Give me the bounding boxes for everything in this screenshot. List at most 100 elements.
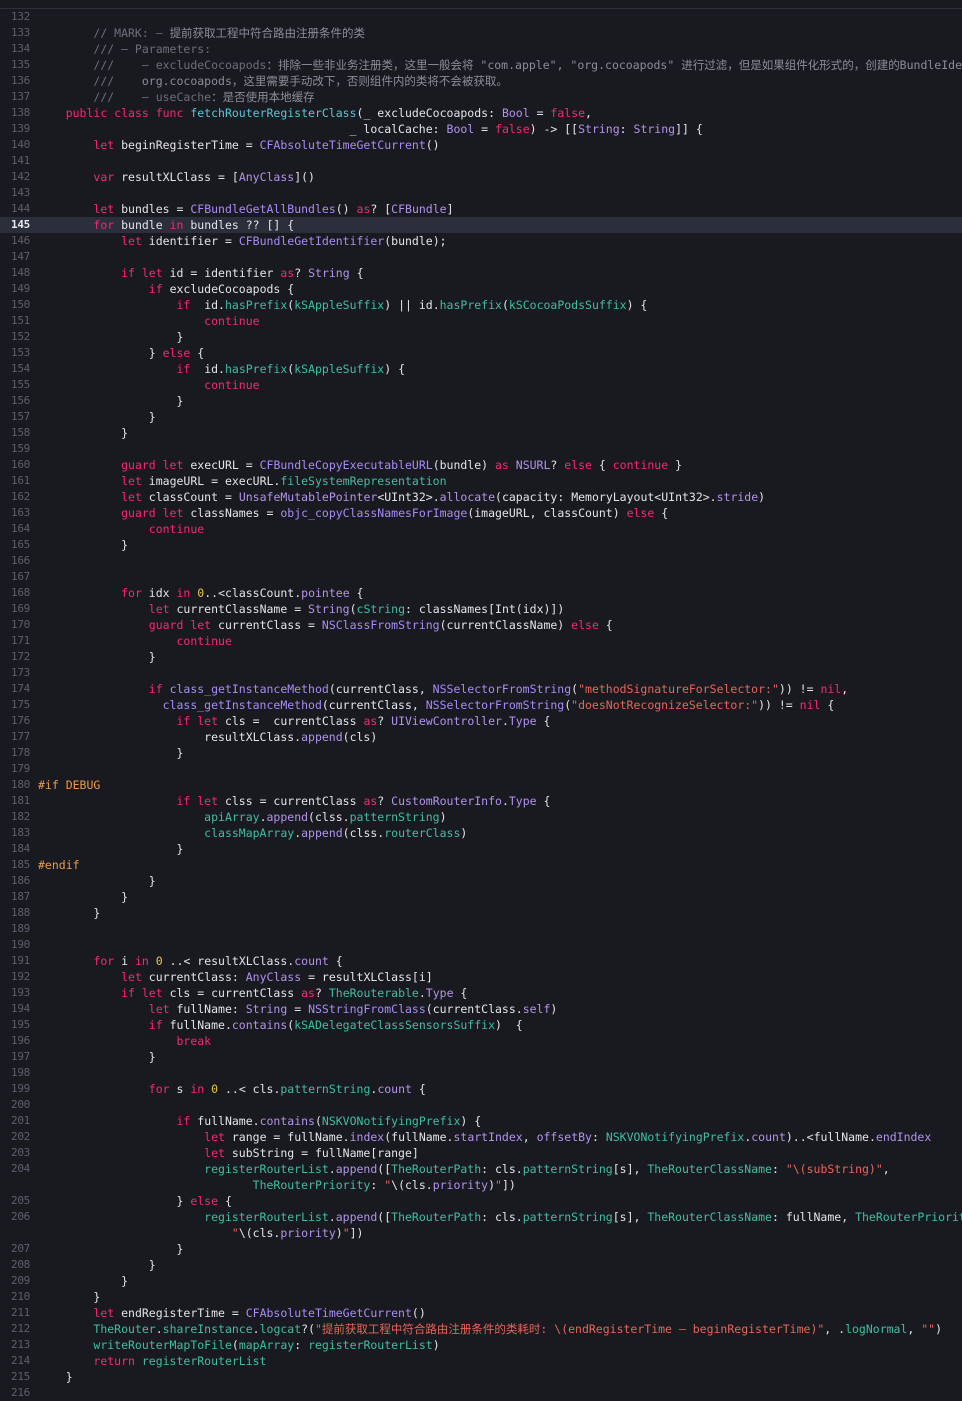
code-line[interactable]: 164 continue: [0, 521, 962, 537]
code-line[interactable]: 198: [0, 1065, 962, 1081]
code-line[interactable]: 143: [0, 185, 962, 201]
code-line[interactable]: 182 apiArray.append(clss.patternString): [0, 809, 962, 825]
code-token: kSCocoaPodsSuffix: [508, 298, 627, 312]
code-line[interactable]: 134 /// – Parameters:: [0, 41, 962, 57]
code-line[interactable]: 177 resultXLClass.append(cls): [0, 729, 962, 745]
code-line-text: continue: [38, 313, 259, 329]
code-line[interactable]: 132: [0, 9, 962, 25]
code-line[interactable]: 181 if let clss = currentClass as? Custo…: [0, 793, 962, 809]
code-line[interactable]: 159: [0, 441, 962, 457]
code-line[interactable]: 210 }: [0, 1289, 962, 1305]
code-line[interactable]: 204 registerRouterList.append([TheRouter…: [0, 1161, 962, 1177]
code-line[interactable]: 136 /// org.cocoapods，这里需要手动改下，否则组件内的类将不…: [0, 73, 962, 89]
code-line[interactable]: "\(cls.priority)"]): [0, 1225, 962, 1241]
code-line[interactable]: 195 if fullName.contains(kSADelegateClas…: [0, 1017, 962, 1033]
code-line[interactable]: 214 return registerRouterList: [0, 1353, 962, 1369]
code-line[interactable]: 184 }: [0, 841, 962, 857]
code-line[interactable]: 169 let currentClassName = String(cStrin…: [0, 601, 962, 617]
code-line[interactable]: 207 }: [0, 1241, 962, 1257]
code-line[interactable]: 152 }: [0, 329, 962, 345]
code-line[interactable]: 166: [0, 553, 962, 569]
code-token: id.: [197, 362, 225, 376]
code-line[interactable]: 206 registerRouterList.append([TheRouter…: [0, 1209, 962, 1225]
code-line[interactable]: 149 if excludeCocoapods {: [0, 281, 962, 297]
line-number: 212: [11, 1322, 30, 1335]
code-line[interactable]: 216: [0, 1385, 962, 1401]
code-line-text: if let cls = currentClass as? UIViewCont…: [38, 713, 550, 729]
code-line[interactable]: 147: [0, 249, 962, 265]
code-line[interactable]: 148 if let id = identifier as? String {: [0, 265, 962, 281]
code-line[interactable]: 176 if let cls = currentClass as? UIView…: [0, 713, 962, 729]
code-line[interactable]: 192 let currentClass: AnyClass = resultX…: [0, 969, 962, 985]
code-line[interactable]: 154 if id.hasPrefix(kSAppleSuffix) {: [0, 361, 962, 377]
code-line[interactable]: 146 let identifier = CFBundleGetIdentifi…: [0, 233, 962, 249]
code-line[interactable]: 197 }: [0, 1049, 962, 1065]
code-lines-container[interactable]: 132 133 // MARK: – 提前获取工程中符合路由注册条件的类 134 /…: [0, 9, 962, 1401]
code-line[interactable]: 185 #endif: [0, 857, 962, 873]
code-line[interactable]: 191 for i in 0 ..< resultXLClass.count {: [0, 953, 962, 969]
code-line[interactable]: TheRouterPriority: "\(cls.priority)"]): [0, 1177, 962, 1193]
code-line[interactable]: 179: [0, 761, 962, 777]
code-line[interactable]: 140 let beginRegisterTime = CFAbsoluteTi…: [0, 137, 962, 153]
code-line[interactable]: 157 }: [0, 409, 962, 425]
code-line[interactable]: 172 }: [0, 649, 962, 665]
code-line[interactable]: 173: [0, 665, 962, 681]
code-line[interactable]: 194 let fullName: String = NSStringFromC…: [0, 1001, 962, 1017]
code-line[interactable]: 187 }: [0, 889, 962, 905]
code-line[interactable]: 175 class_getInstanceMethod(currentClass…: [0, 697, 962, 713]
code-token: = [: [211, 170, 239, 184]
code-line[interactable]: 188 }: [0, 905, 962, 921]
code-line[interactable]: 151 continue: [0, 313, 962, 329]
code-line[interactable]: 208 }: [0, 1257, 962, 1273]
code-line[interactable]: 174 if class_getInstanceMethod(currentCl…: [0, 681, 962, 697]
code-line[interactable]: 170 guard let currentClass = NSClassFrom…: [0, 617, 962, 633]
code-line[interactable]: 212 TheRouter.shareInstance.logcat?("提前获…: [0, 1321, 962, 1337]
code-line[interactable]: 178 }: [0, 745, 962, 761]
code-line[interactable]: 165 }: [0, 537, 962, 553]
code-line[interactable]: 186 }: [0, 873, 962, 889]
code-line[interactable]: 162 let classCount = UnsafeMutablePointe…: [0, 489, 962, 505]
code-line[interactable]: 200: [0, 1097, 962, 1113]
code-line[interactable]: 150 if id.hasPrefix(kSAppleSuffix) || id…: [0, 297, 962, 313]
code-line[interactable]: 167: [0, 569, 962, 585]
code-line[interactable]: 209 }: [0, 1273, 962, 1289]
code-line[interactable]: 161 let imageURL = execURL.fileSystemRep…: [0, 473, 962, 489]
code-line[interactable]: 144 let bundles = CFBundleGetAllBundles(…: [0, 201, 962, 217]
code-line[interactable]: 155 continue: [0, 377, 962, 393]
code-line[interactable]: 137 /// – useCache：是否使用本地缓存: [0, 89, 962, 105]
code-line[interactable]: 205 } else {: [0, 1193, 962, 1209]
code-line[interactable]: 190: [0, 937, 962, 953]
code-line[interactable]: 213 writeRouterMapToFile(mapArray: regis…: [0, 1337, 962, 1353]
code-line[interactable]: 133 // MARK: – 提前获取工程中符合路由注册条件的类: [0, 25, 962, 41]
code-line[interactable]: 145 for bundle in bundles ?? [] {: [0, 217, 962, 233]
code-line[interactable]: 141: [0, 153, 962, 169]
code-line[interactable]: 196 break: [0, 1033, 962, 1049]
code-line[interactable]: 153 } else {: [0, 345, 962, 361]
code-line[interactable]: 201 if fullName.contains(NSKVONotifyingP…: [0, 1113, 962, 1129]
code-line[interactable]: 193 if let cls = currentClass as? TheRou…: [0, 985, 962, 1001]
code-line[interactable]: 183 classMapArray.append(clss.routerClas…: [0, 825, 962, 841]
code-token: fullName.: [197, 1114, 260, 1128]
code-line[interactable]: 163 guard let classNames = objc_copyClas…: [0, 505, 962, 521]
code-editor-pane[interactable]: 132 133 // MARK: – 提前获取工程中符合路由注册条件的类 134 /…: [0, 0, 962, 1399]
code-token: append: [335, 1162, 378, 1176]
code-line[interactable]: 160 guard let execURL = CFBundleCopyExec…: [0, 457, 962, 473]
code-line[interactable]: 199 for s in 0 ..< cls.patternString.cou…: [0, 1081, 962, 1097]
code-line[interactable]: 142 var resultXLClass = [AnyClass](): [0, 169, 962, 185]
code-line[interactable]: 168 for idx in 0..<classCount.pointee {: [0, 585, 962, 601]
code-line[interactable]: 139 _ localCache: Bool = false) -> [[Str…: [0, 121, 962, 137]
code-line[interactable]: 202 let range = fullName.index(fullName.…: [0, 1129, 962, 1145]
code-line[interactable]: 203 let subString = fullName[range]: [0, 1145, 962, 1161]
code-token: classCount: [148, 490, 219, 504]
code-line[interactable]: 189: [0, 921, 962, 937]
code-line[interactable]: 211 let endRegisterTime = CFAbsoluteTime…: [0, 1305, 962, 1321]
code-line[interactable]: 180 #if DEBUG: [0, 777, 962, 793]
code-line[interactable]: 158 }: [0, 425, 962, 441]
code-line[interactable]: 156 }: [0, 393, 962, 409]
code-line[interactable]: 171 continue: [0, 633, 962, 649]
code-line[interactable]: 135 /// – excludeCocoapods：排除一些非业务注册类，这里…: [0, 57, 962, 73]
code-line[interactable]: 138 public class func fetchRouterRegiste…: [0, 105, 962, 121]
code-line[interactable]: 215 }: [0, 1369, 962, 1385]
